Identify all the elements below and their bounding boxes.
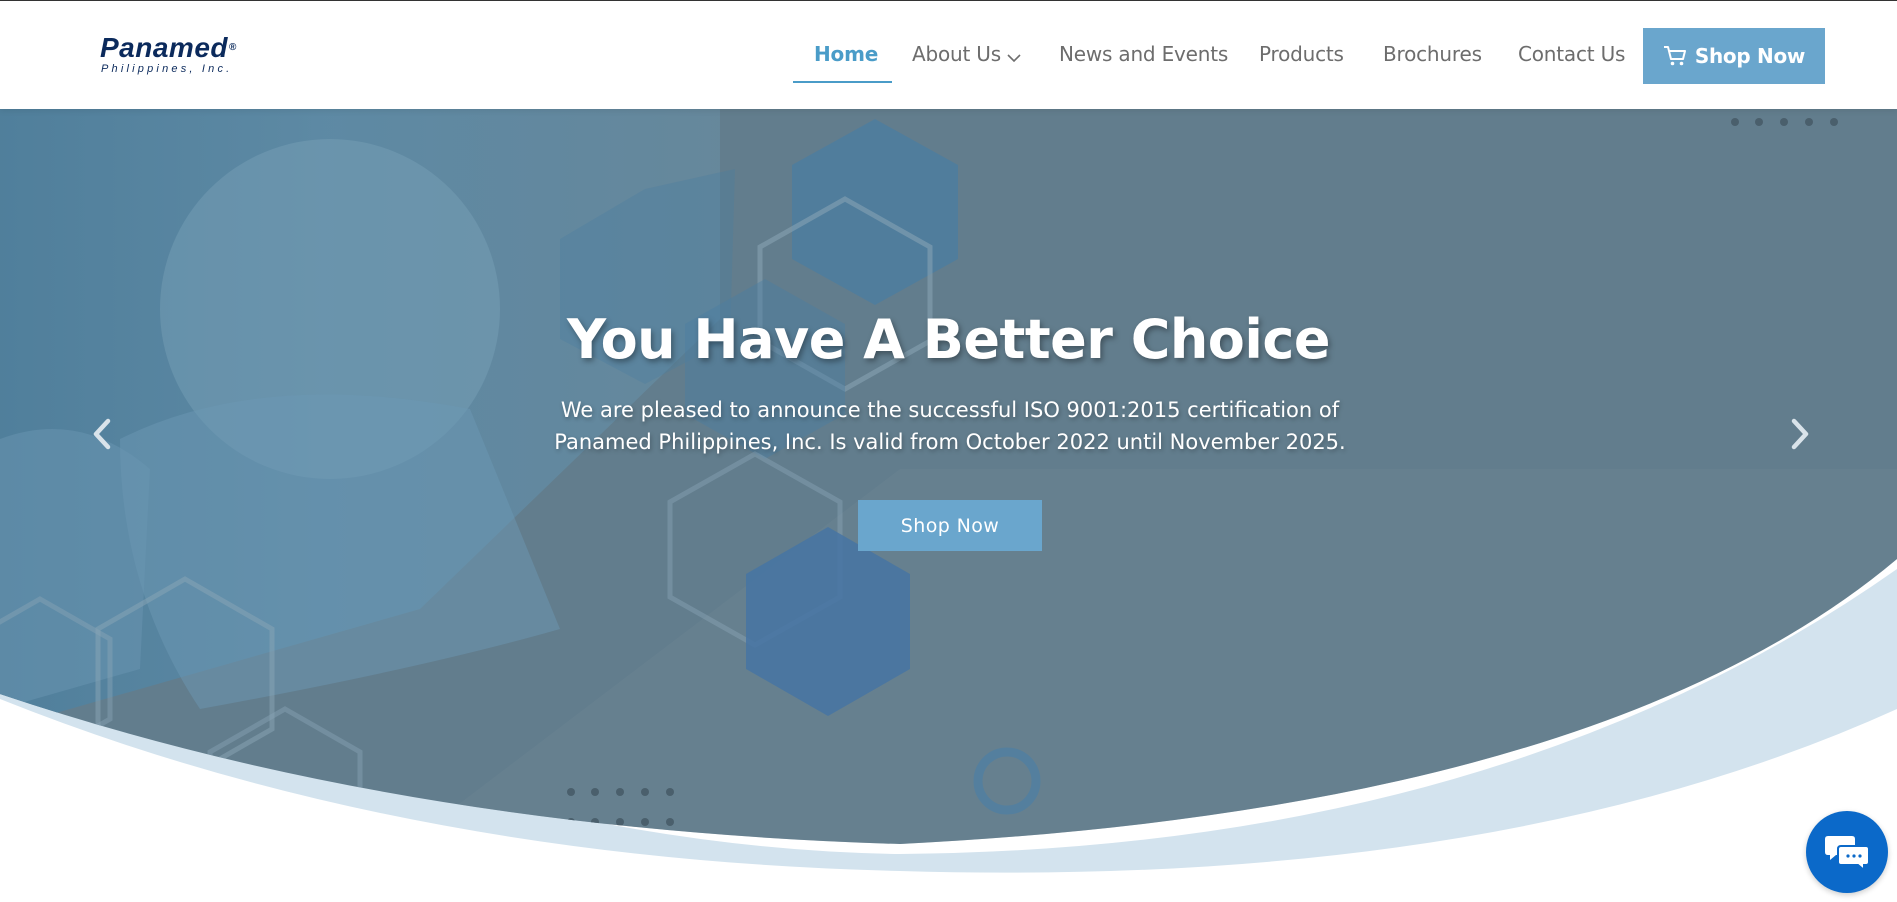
main-nav: Home About Us News and Events Products B… <box>0 1 1897 110</box>
chevron-right-icon <box>1791 418 1809 450</box>
chat-widget-button[interactable] <box>1806 811 1888 893</box>
nav-item-news-and-events[interactable]: News and Events <box>1059 42 1228 66</box>
nav-item-about-us-label: About Us <box>912 42 1001 66</box>
nav-item-about-us[interactable]: About Us <box>912 42 1021 68</box>
nav-item-brochures[interactable]: Brochures <box>1383 42 1482 66</box>
slider-next-button[interactable] <box>1780 409 1820 459</box>
nav-item-contact-us[interactable]: Contact Us <box>1518 42 1625 66</box>
hero-title: You Have A Better Choice <box>566 308 1331 371</box>
header-shop-now-button[interactable]: Shop Now <box>1643 28 1825 84</box>
slider-prev-button[interactable] <box>82 409 122 459</box>
cart-icon <box>1663 46 1686 66</box>
chevron-left-icon <box>93 418 111 450</box>
header-shop-now-label: Shop Now <box>1694 44 1806 68</box>
hero-slider: You Have A Better Choice We are pleased … <box>0 109 1897 902</box>
active-nav-indicator <box>793 81 892 83</box>
hero-text: We are pleased to announce the successfu… <box>554 398 1346 454</box>
nav-item-home[interactable]: Home <box>814 42 878 66</box>
hero-shop-now-button[interactable]: Shop Now <box>858 500 1042 551</box>
site-header: Panamed® Philippines, Inc. Home About Us… <box>0 0 1897 109</box>
chevron-down-icon <box>1007 44 1021 68</box>
chat-bubbles-icon <box>1825 836 1870 872</box>
nav-item-products[interactable]: Products <box>1259 42 1344 66</box>
